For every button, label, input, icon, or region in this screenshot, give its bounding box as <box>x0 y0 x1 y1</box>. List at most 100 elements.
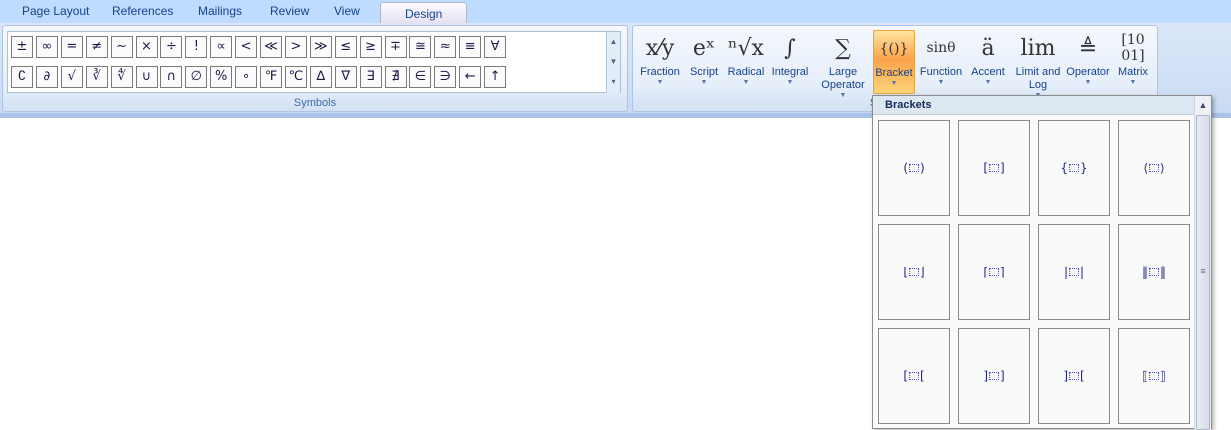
placeholder-box-icon <box>1069 164 1079 172</box>
radical-button[interactable]: ⁿ√x Radical ▼ <box>725 30 767 94</box>
symbol-button[interactable]: ÷ <box>160 36 183 58</box>
symbol-button[interactable]: ← <box>459 66 482 88</box>
symbol-button[interactable]: ∪ <box>135 66 158 88</box>
symbol-button[interactable]: ∃ <box>359 66 382 88</box>
tab-review[interactable]: Review <box>270 4 309 18</box>
bracket-option[interactable]: ⌊ ⌋ <box>878 224 950 320</box>
symbol-button[interactable]: ≅ <box>409 36 432 58</box>
tab-references[interactable]: References <box>112 4 173 18</box>
brackets-dropdown: Brackets ▲ ≡ ()[]{} ⟨ ⟩ ⌊ ⌋ ⌈ ⌉ | | ‖ ‖ [[]]][⟦ ⟧ <box>872 95 1212 430</box>
symbol-button[interactable]: ∈ <box>409 66 432 88</box>
bracket-option[interactable]: ⟦ ⟧ <box>1118 328 1190 424</box>
open-bracket: { <box>1060 161 1068 175</box>
symbol-button[interactable]: ≈ <box>434 36 457 58</box>
scrollbar-thumb[interactable]: ≡ <box>1196 115 1210 430</box>
placeholder-box-icon <box>1069 372 1079 380</box>
script-icon: eˣ <box>692 35 716 61</box>
bracket-option[interactable]: () <box>878 120 950 216</box>
chevron-down-icon: ▼ <box>839 92 847 99</box>
placeholder-box-icon <box>1149 268 1159 276</box>
button-label: Function <box>919 66 963 78</box>
symbol-button[interactable]: ∋ <box>434 66 457 88</box>
scroll-up-arrow-icon[interactable]: ▲ <box>1195 96 1211 114</box>
integral-button[interactable]: ∫ Integral ▼ <box>767 30 813 94</box>
symbol-button[interactable]: ∄ <box>384 66 407 88</box>
symbol-button[interactable]: ≠ <box>85 36 108 58</box>
symbol-button[interactable]: ! <box>185 36 208 58</box>
bracket-option[interactable]: {} <box>1038 120 1110 216</box>
matrix-icon: [10 01] <box>1121 32 1145 64</box>
operator-icon: ≜ <box>1078 35 1098 61</box>
symbol-button[interactable]: ≤ <box>334 36 357 58</box>
tab-design[interactable]: Design <box>380 2 468 24</box>
gallery-scroll-up[interactable]: ▲ <box>606 32 620 52</box>
accent-button[interactable]: ä Accent ▼ <box>965 30 1011 94</box>
symbol-button[interactable]: ∅ <box>185 66 208 88</box>
symbol-button[interactable]: > <box>284 36 307 58</box>
symbol-button[interactable]: × <box>135 36 158 58</box>
symbol-button[interactable]: ≪ <box>260 36 282 58</box>
symbol-button[interactable]: ∩ <box>160 66 183 88</box>
symbol-button[interactable]: ~ <box>110 36 133 58</box>
symbol-button[interactable]: ∝ <box>210 36 233 58</box>
integral-icon: ∫ <box>784 35 796 61</box>
bracket-button[interactable]: {()} Bracket ▼ <box>873 30 915 94</box>
operator-button[interactable]: ≜ Operator ▼ <box>1063 30 1113 94</box>
symbol-button[interactable]: ∘ <box>235 66 258 88</box>
symbol-button[interactable]: ≥ <box>359 36 382 58</box>
gallery-scroll-down[interactable]: ▼ <box>606 52 620 72</box>
open-bracket: ⌈ <box>983 265 988 279</box>
tab-mailings[interactable]: Mailings <box>198 4 242 18</box>
symbol-button[interactable]: ℃ <box>284 66 307 88</box>
symbol-button[interactable]: ∞ <box>35 36 58 58</box>
symbol-button[interactable]: ∇ <box>334 66 357 88</box>
bracket-option[interactable]: ⌈ ⌉ <box>958 224 1030 320</box>
bracket-option[interactable]: | | <box>1038 224 1110 320</box>
button-label: Bracket <box>875 67 913 79</box>
bracket-option[interactable]: [[ <box>878 328 950 424</box>
bracket-option[interactable]: ‖ ‖ <box>1118 224 1190 320</box>
symbol-button[interactable]: ∁ <box>11 66 33 88</box>
gallery-more-button[interactable]: ▾ <box>606 72 620 93</box>
fraction-button[interactable]: x⁄y Fraction ▼ <box>637 30 683 94</box>
symbol-button[interactable]: ℉ <box>260 66 282 88</box>
symbol-button[interactable]: ∜ <box>110 66 133 88</box>
symbol-button[interactable]: = <box>60 36 83 58</box>
symbol-button[interactable]: ≡ <box>459 36 482 58</box>
dropdown-scrollbar[interactable]: ▲ ≡ <box>1194 96 1211 430</box>
symbol-button[interactable]: √ <box>60 66 83 88</box>
button-label: Limit and Log <box>1015 66 1061 91</box>
symbol-button[interactable]: ≫ <box>309 36 332 58</box>
close-bracket: | <box>1080 265 1085 279</box>
bracket-option[interactable]: ]] <box>958 328 1030 424</box>
symbols-gallery: ▲ ▼ ▾ ± ∞ = ≠ ~ × ÷! ∝ < ≪ > ≫ ≤ ≥ ∓ ≅ ≈ ≡ ∀ ∁ ∂ √ ∛ ∜ ∪ ∩ ∅% ∘ ℉ ℃ ∆ ∇… <box>7 31 621 93</box>
open-bracket: ⌊ <box>903 265 908 279</box>
tab-page-layout[interactable]: Page Layout <box>22 4 89 18</box>
symbol-button[interactable]: ↑ <box>484 66 507 88</box>
bracket-option[interactable]: ⟨ ⟩ <box>1118 120 1190 216</box>
tab-view[interactable]: View <box>334 4 360 18</box>
chevron-down-icon: ▼ <box>937 79 945 86</box>
script-button[interactable]: eˣ Script ▼ <box>683 30 725 94</box>
large-operator-button[interactable]: ∑ Large Operator ▼ <box>813 30 873 100</box>
placeholder-box-icon <box>1069 268 1079 276</box>
function-icon: sinθ <box>926 40 956 56</box>
symbol-button[interactable]: % <box>210 66 233 88</box>
symbol-button[interactable]: < <box>235 36 258 58</box>
close-bracket: ) <box>920 161 925 175</box>
bracket-option[interactable]: [] <box>958 120 1030 216</box>
radical-icon: ⁿ√x <box>728 35 764 61</box>
function-button[interactable]: sinθ Function ▼ <box>917 30 965 94</box>
symbol-button[interactable]: ± <box>11 36 33 58</box>
dropdown-title: Brackets <box>873 96 1195 115</box>
placeholder-box-icon <box>989 164 999 172</box>
symbol-button[interactable]: ∓ <box>384 36 407 58</box>
matrix-button[interactable]: [10 01] Matrix ▼ <box>1113 30 1153 94</box>
bracket-option[interactable]: ][ <box>1038 328 1110 424</box>
symbol-button[interactable]: ∆ <box>309 66 332 88</box>
symbol-button[interactable]: ∀ <box>484 36 507 58</box>
symbol-button[interactable]: ∂ <box>35 66 58 88</box>
limit-and-log-button[interactable]: limLimit and Log▼ <box>1013 30 1063 100</box>
chevron-down-icon: ▼ <box>1129 79 1137 86</box>
symbol-button[interactable]: ∛ <box>85 66 108 88</box>
